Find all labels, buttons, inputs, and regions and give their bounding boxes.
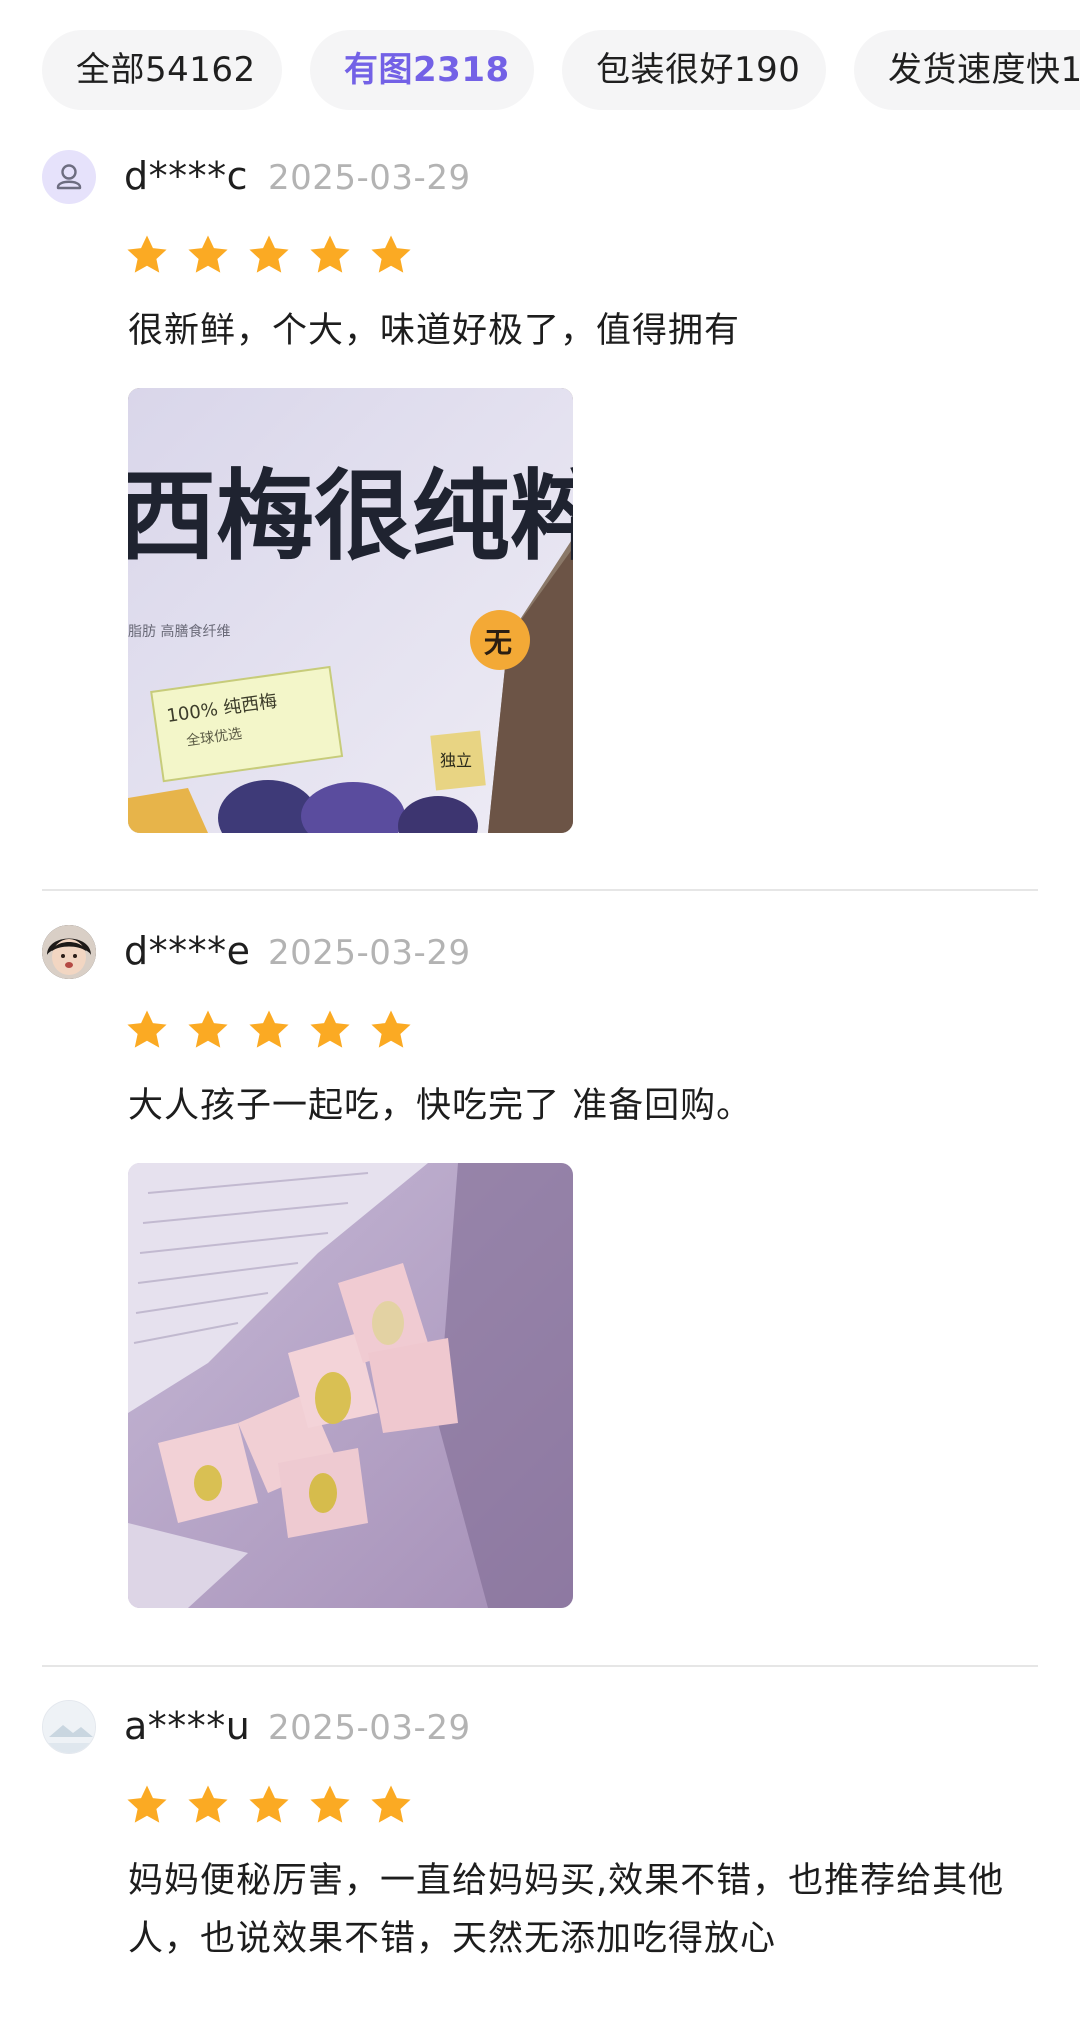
filter-chip-with-photos[interactable]: 有图2318 [310,30,534,110]
review-date: 2025-03-29 [268,1708,471,1748]
user-icon [56,164,82,190]
bag-badge-text: 无 [484,626,512,659]
divider [42,889,1038,891]
star-icon [249,1785,289,1823]
filter-chip-all[interactable]: 全部54162 [42,30,282,110]
star-icon [127,235,167,273]
username: a****u [124,1704,251,1748]
filter-bar: 全部54162 有图2318 包装很好190 发货速度快16 [0,0,1080,140]
landscape-avatar-icon [43,1701,95,1753]
divider [42,1665,1038,1667]
star-icon [127,1785,167,1823]
avatar[interactable] [42,150,96,204]
username: d****e [124,929,251,973]
star-icon [371,1010,411,1048]
avatar[interactable] [42,925,96,979]
prune-packets-photo [128,1163,573,1608]
star-icon [310,1010,350,1048]
star-icon [249,1010,289,1048]
review-text: 很新鲜，个大，味道好极了，值得拥有 [128,311,741,351]
bag-title-text: 西梅很纯粹 [128,460,573,574]
star-icon [310,235,350,273]
review-text: 大人孩子一起吃，快吃完了 准备回购。 [128,1086,753,1126]
prune-bag-photo: 西梅很纯粹 脂肪 高膳食纤维 无 100% 纯西梅 全球优选 独立 [128,388,573,833]
star-icon [188,1010,228,1048]
username: d****c [124,154,249,198]
review-text: 妈妈便秘厉害，一直给妈妈买,效果不错，也推荐给其他 人，也说效果不错，天然无添加… [128,1852,1048,1968]
bag-fiber-text: 脂肪 高膳食纤维 [128,623,230,640]
bag-side-text: 独立 [440,751,472,770]
star-icon [127,1010,167,1048]
review-date: 2025-03-29 [268,933,471,973]
review-text-line: 人，也说效果不错，天然无添加吃得放心 [128,1919,777,1959]
star-icon [249,235,289,273]
star-icon [371,1785,411,1823]
review-text-line: 妈妈便秘厉害，一直给妈妈买,效果不错，也推荐给其他 [128,1861,1005,1901]
avatar[interactable] [42,1700,96,1754]
star-icon [310,1785,350,1823]
star-icon [371,235,411,273]
child-face-avatar-icon [42,925,96,979]
review-photo[interactable] [128,1163,573,1608]
review-date: 2025-03-29 [268,158,471,198]
star-icon [188,1785,228,1823]
review-photo[interactable]: 西梅很纯粹 脂肪 高膳食纤维 无 100% 纯西梅 全球优选 独立 [128,388,573,833]
star-icon [188,235,228,273]
filter-chip-good-packaging[interactable]: 包装很好190 [562,30,826,110]
filter-chip-fast-shipping[interactable]: 发货速度快16 [854,30,1080,110]
